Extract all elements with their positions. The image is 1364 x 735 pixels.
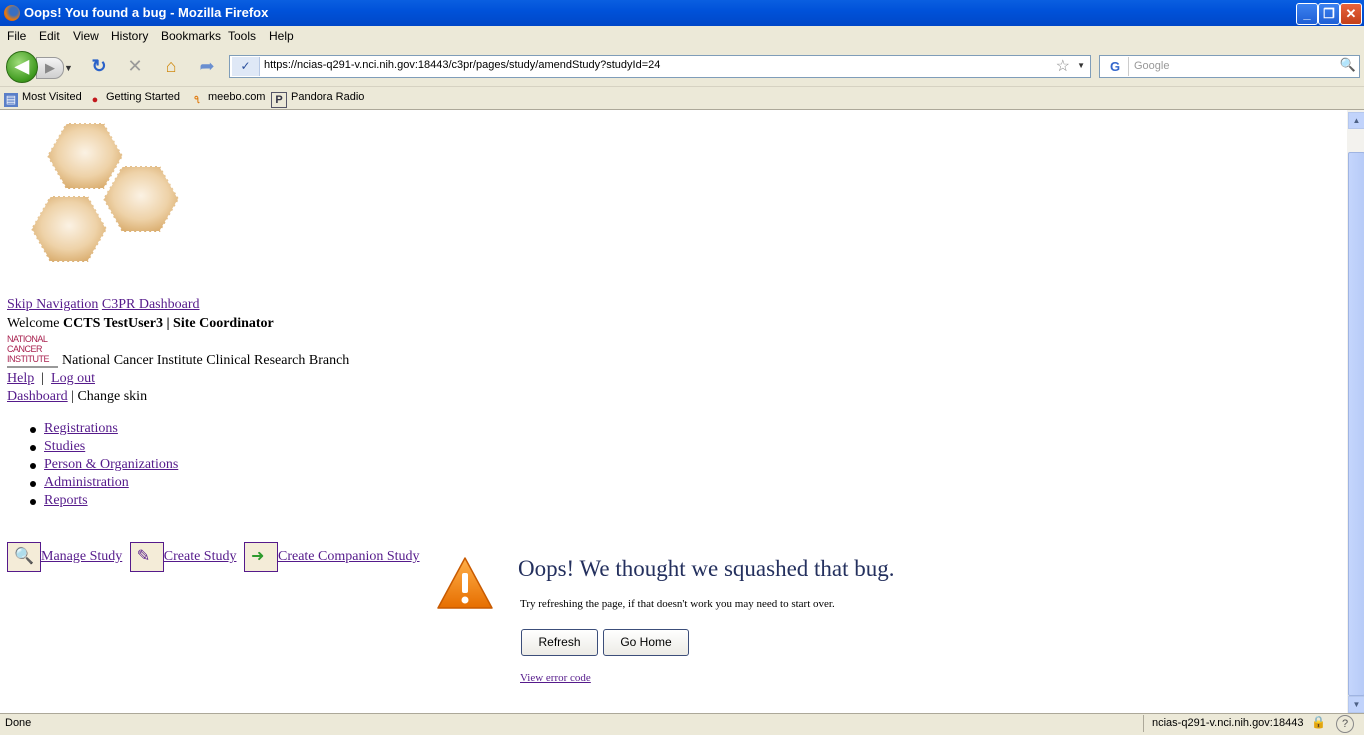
bookmark-page-icon[interactable]: ➦ — [197, 56, 217, 76]
dashboard-links: Dashboard | Change skin — [7, 389, 147, 405]
menu-bar: File Edit View History Bookmarks Tools H… — [0, 26, 1364, 46]
nav-item-person-organizations: Person & Organizations — [29, 457, 178, 475]
address-bar[interactable]: ✓ https://ncias-q291-v.nci.nih.gov:18443… — [229, 55, 1091, 78]
star-icon[interactable]: ☆ — [1056, 56, 1070, 76]
bookmark-pandora[interactable]: P Pandora Radio — [271, 91, 364, 108]
menu-help[interactable]: Help — [269, 29, 294, 43]
search-input[interactable]: Google — [1134, 60, 1169, 72]
stop-icon[interactable]: ✕ — [125, 56, 145, 76]
status-bar: Done ncias-q291-v.nci.nih.gov:18443 🔒 ? — [0, 713, 1364, 735]
help-link[interactable]: Help — [7, 371, 34, 386]
go-home-button[interactable]: Go Home — [603, 629, 689, 656]
warning-icon — [437, 557, 493, 609]
title-bar: Oops! You found a bug - Mozilla Firefox … — [0, 0, 1364, 26]
google-engine-icon[interactable]: G — [1102, 57, 1129, 76]
url-dropdown-icon[interactable]: ▼ — [1077, 61, 1085, 70]
nav-item-administration: Administration — [29, 475, 178, 493]
reload-icon[interactable]: ↻ — [89, 56, 109, 76]
most-visited-icon: ▤ — [4, 93, 18, 107]
firefox-icon — [4, 5, 20, 21]
error-heading: Oops! We thought we squashed that bug. — [518, 556, 895, 581]
manage-study-button[interactable]: 🔍 Manage Study — [7, 542, 122, 572]
back-button[interactable]: ◀ — [6, 51, 38, 83]
menu-edit[interactable]: Edit — [39, 29, 60, 43]
scroll-thumb[interactable] — [1348, 152, 1364, 696]
home-icon[interactable]: ⌂ — [161, 56, 181, 76]
nci-branch-text: National Cancer Institute Clinical Resea… — [62, 353, 350, 368]
site-identity-icon[interactable]: ✓ — [232, 57, 260, 76]
c3pr-dashboard-link[interactable]: C3PR Dashboard — [102, 297, 200, 312]
main-nav-list: Registrations Studies Person & Organizat… — [29, 421, 178, 511]
companion-study-icon: ➜ — [243, 542, 278, 572]
lock-icon[interactable]: 🔒 — [1311, 715, 1326, 729]
vertical-scrollbar[interactable]: ▲ ▼ — [1347, 110, 1364, 713]
close-button[interactable]: ✕ — [1340, 3, 1362, 25]
nav-item-studies: Studies — [29, 439, 178, 457]
scroll-up-arrow[interactable]: ▲ — [1348, 112, 1364, 129]
dashboard-link[interactable]: Dashboard — [7, 389, 68, 404]
error-message: Try refreshing the page, if that doesn't… — [520, 598, 835, 610]
help-icon[interactable]: ? — [1336, 715, 1354, 733]
maximize-button[interactable]: ❐ — [1318, 3, 1340, 25]
menu-bookmarks[interactable]: Bookmarks — [161, 29, 221, 43]
url-text[interactable]: https://ncias-q291-v.nci.nih.gov:18443/c… — [264, 59, 660, 71]
minimize-button[interactable]: _ — [1296, 3, 1318, 25]
status-host: ncias-q291-v.nci.nih.gov:18443 — [1143, 715, 1315, 732]
search-box[interactable]: G Google 🔍 — [1099, 55, 1360, 78]
logout-link[interactable]: Log out — [51, 371, 95, 386]
create-document-icon: ✎ — [129, 542, 164, 572]
search-icon[interactable]: 🔍 — [1340, 57, 1356, 73]
history-dropdown-icon[interactable]: ▼ — [64, 63, 73, 73]
getting-started-icon: ● — [91, 94, 99, 106]
menu-view[interactable]: View — [73, 29, 99, 43]
top-links: Skip Navigation C3PR Dashboard — [7, 297, 200, 313]
bookmark-meebo[interactable]: ৭ meebo.com — [190, 91, 265, 107]
menu-tools[interactable]: Tools — [228, 29, 256, 43]
c3pr-logo — [29, 122, 181, 263]
nav-item-reports: Reports — [29, 493, 178, 511]
help-links: Help | Log out — [7, 371, 95, 386]
status-text: Done — [5, 717, 32, 729]
user-name: CCTS TestUser3 | Site Coordinator — [63, 316, 274, 331]
page-content: Skip Navigation C3PR Dashboard Welcome C… — [0, 110, 1347, 713]
create-study-button[interactable]: ✎ Create Study — [129, 542, 236, 572]
magnifier-icon: 🔍 — [7, 542, 41, 572]
menu-file[interactable]: File — [7, 29, 26, 43]
meebo-icon: ৭ — [193, 94, 201, 106]
nav-item-registrations: Registrations — [29, 421, 178, 439]
forward-button[interactable]: ▶ — [36, 57, 64, 79]
window-title: Oops! You found a bug - Mozilla Firefox — [24, 5, 269, 20]
menu-history[interactable]: History — [111, 29, 148, 43]
welcome-text: Welcome CCTS TestUser3 | Site Coordinato… — [7, 316, 274, 331]
bookmark-most-visited[interactable]: ▤ Most Visited — [4, 91, 82, 107]
bookmarks-toolbar: ▤ Most Visited ● Getting Started ৭ meebo.co… — [0, 87, 1364, 110]
study-actions: 🔍 Manage Study ✎ Create Study ➜ Create Comp… — [7, 542, 424, 572]
change-skin-text: | Change skin — [71, 389, 148, 404]
refresh-button[interactable]: Refresh — [521, 629, 598, 656]
scroll-down-arrow[interactable]: ▼ — [1348, 696, 1364, 713]
view-error-code-link[interactable]: View error code — [520, 672, 591, 684]
navigation-toolbar: ▶ ◀ ▼ ↻ ✕ ⌂ ➦ ✓ https://ncias-q291-v.nci… — [0, 46, 1364, 87]
pandora-icon: P — [271, 92, 287, 108]
bookmark-getting-started[interactable]: ● Getting Started — [88, 91, 180, 107]
create-companion-study-button[interactable]: ➜ Create Companion Study — [243, 542, 420, 572]
skip-navigation-link[interactable]: Skip Navigation — [7, 297, 98, 312]
nci-logo: NATIONAL CANCER INSTITUTE — [7, 334, 58, 368]
